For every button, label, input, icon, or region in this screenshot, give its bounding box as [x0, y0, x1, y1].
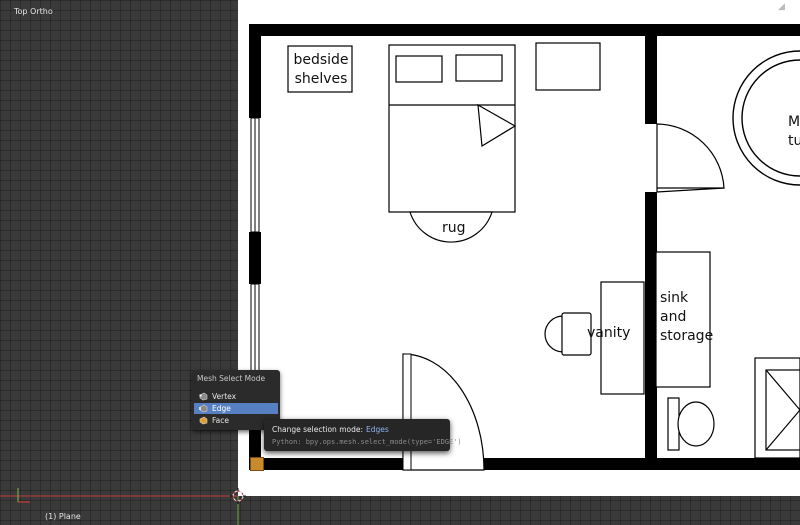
bathroom-door-swing	[656, 123, 725, 193]
wall-bottom	[249, 458, 800, 470]
menu-item-label: Vertex	[212, 392, 237, 401]
menu-item-label: Edge	[212, 404, 231, 413]
tooltip-python: Python: bpy.ops.mesh.select_mode(type='E…	[272, 438, 462, 446]
tooltip-description: Change selection mode: Edges	[272, 425, 389, 434]
axis-overlay	[0, 488, 246, 525]
vertex-select-icon	[199, 392, 208, 401]
object-origin-marker[interactable]	[250, 457, 264, 471]
label-tub: M tu	[788, 114, 800, 149]
tooltip-value: Edges	[366, 425, 389, 434]
menu-item-vertex[interactable]: Vertex	[194, 391, 278, 402]
active-object-label: (1) Plane	[45, 512, 81, 521]
edge-select-icon	[199, 404, 208, 413]
menu-item-label: Face	[212, 416, 229, 425]
pillow-left	[395, 55, 443, 83]
toilet-bowl	[677, 401, 715, 447]
area-resize-corner-icon[interactable]: ◢	[778, 2, 788, 12]
menu-title: Mesh Select Mode	[197, 374, 266, 383]
tooltip: Change selection mode: Edges Python: bpy.…	[264, 419, 462, 451]
wall-left-mid	[249, 232, 261, 284]
label-sink-storage: sink and storage	[660, 290, 714, 344]
tooltip-description-text: Change selection mode:	[272, 425, 363, 434]
bedroom-door-swing	[402, 353, 485, 471]
menu-item-edge[interactable]: Edge	[194, 403, 278, 414]
wall-top	[249, 24, 800, 36]
label-rug: rug	[442, 220, 466, 236]
dresser	[535, 42, 601, 91]
vanity-chair-back	[544, 315, 564, 353]
toilet-tank	[667, 397, 680, 451]
wall-divider-upper	[645, 24, 657, 124]
label-bedside-shelves: bedside shelves	[293, 52, 349, 87]
pillow-right	[455, 54, 503, 82]
face-select-icon	[199, 416, 208, 425]
wall-divider-lower	[645, 192, 657, 470]
label-vanity: vanity	[587, 325, 631, 341]
wall-left-upper	[249, 24, 261, 118]
view-label: Top Ortho	[14, 7, 53, 16]
